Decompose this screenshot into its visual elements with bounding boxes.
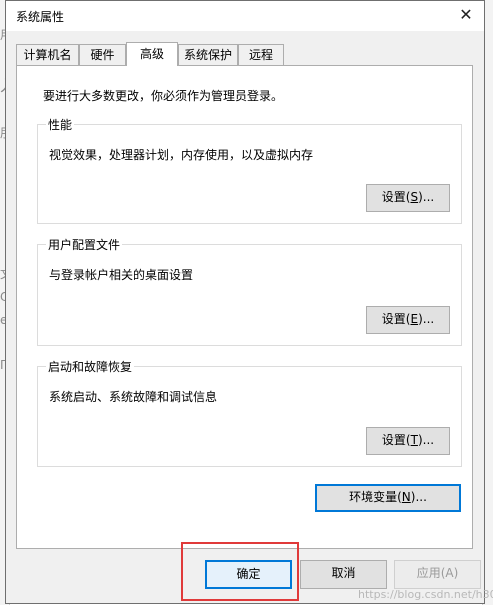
startup-recovery-settings-button[interactable]: 设置(T)... — [366, 427, 450, 455]
user-profile-settings-button[interactable]: 设置(E)... — [366, 306, 450, 334]
tab-system-protection[interactable]: 系统保护 — [178, 44, 238, 65]
apply-button[interactable]: 应用(A) — [394, 560, 481, 589]
ok-button-highlight-box — [181, 542, 299, 601]
close-icon[interactable]: ✕ — [456, 5, 476, 25]
advanced-tab-panel: 要进行大多数更改，你必须作为管理员登录。 性能 视觉效果，处理器计划，内存使用，… — [16, 65, 473, 549]
performance-description: 视觉效果，处理器计划，内存使用，以及虚拟内存 — [49, 148, 314, 162]
cancel-button[interactable]: 取消 — [300, 560, 387, 589]
system-properties-dialog: 系统属性 ✕ 计算机名 硬件 高级 系统保护 远程 要进行大多数更改，你必须作为… — [5, 0, 485, 604]
performance-group: 性能 视觉效果，处理器计划，内存使用，以及虚拟内存 设置(S)... — [37, 116, 462, 224]
user-profile-group: 用户配置文件 与登录帐户相关的桌面设置 设置(E)... — [37, 236, 462, 346]
tab-remote[interactable]: 远程 — [238, 44, 284, 65]
title-bar: 系统属性 ✕ — [6, 1, 484, 31]
group-legend-user-profile: 用户配置文件 — [46, 236, 123, 253]
startup-recovery-description: 系统启动、系统故障和调试信息 — [49, 390, 218, 404]
dialog-title: 系统属性 — [16, 10, 65, 24]
tab-computer-name[interactable]: 计算机名 — [16, 44, 79, 65]
startup-recovery-group: 启动和故障恢复 系统启动、系统故障和调试信息 设置(T)... — [37, 358, 462, 467]
performance-settings-button[interactable]: 设置(S)... — [366, 184, 450, 212]
environment-variables-button[interactable]: 环境变量(N)... — [315, 484, 461, 512]
user-profile-description: 与登录帐户相关的桌面设置 — [49, 268, 194, 282]
group-legend-performance: 性能 — [46, 116, 75, 133]
watermark-text: https://blog.csdn.net/h3009 — [358, 588, 493, 601]
group-legend-startup-recovery: 启动和故障恢复 — [46, 358, 135, 375]
tab-advanced[interactable]: 高级 — [126, 42, 178, 66]
admin-notice: 要进行大多数更改，你必须作为管理员登录。 — [43, 89, 284, 103]
tab-hardware[interactable]: 硬件 — [79, 44, 126, 65]
